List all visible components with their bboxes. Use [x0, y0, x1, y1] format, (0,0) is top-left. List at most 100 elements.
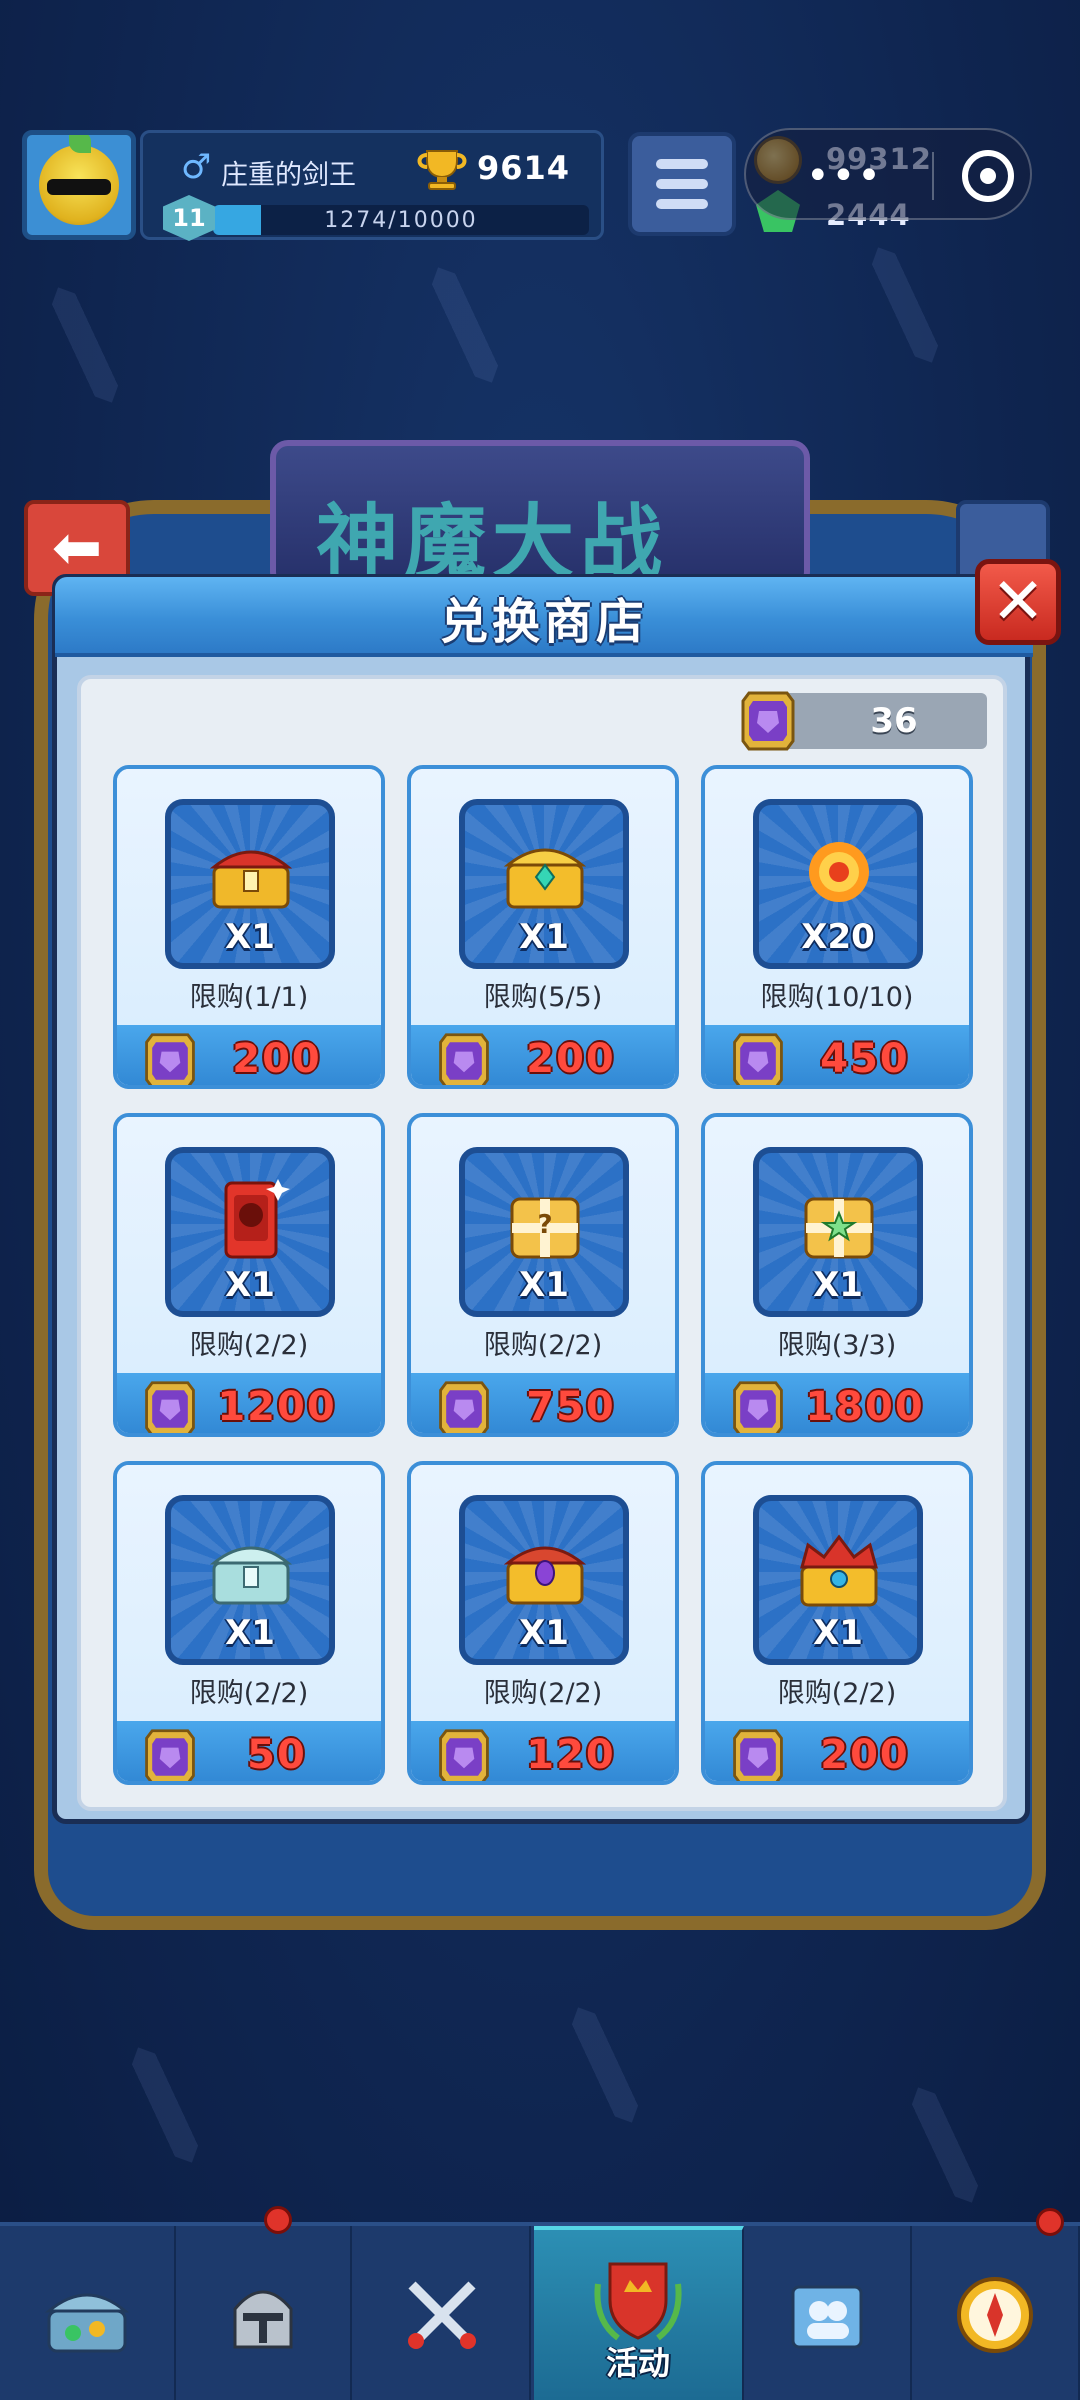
price-row[interactable]: 200 — [117, 1025, 381, 1085]
xp-text: 1274/10000 — [324, 207, 478, 233]
ticket-balance: 36 — [741, 691, 987, 751]
nav-tab[interactable] — [0, 2226, 176, 2400]
price-row[interactable]: 1200 — [117, 1373, 381, 1433]
ticket-icon — [729, 1031, 787, 1085]
trophy-count: 9614 — [477, 149, 571, 187]
bottom-navigation: 活动 — [0, 2222, 1080, 2400]
item-quantity: X1 — [225, 1265, 275, 1305]
item-quantity: X1 — [519, 1265, 569, 1305]
shop-item-grid: X1 限购(1/1) 200 X1 限购(5/5) 200 X20 限购(10/10) 450 X… — [113, 765, 983, 1795]
shop-item-card[interactable]: X1 限购(2/2) 50 — [113, 1461, 385, 1785]
price-row[interactable]: 750 — [411, 1373, 675, 1433]
price-row[interactable]: 200 — [411, 1025, 675, 1085]
close-button[interactable]: ✕ — [975, 559, 1061, 645]
player-avatar[interactable] — [22, 130, 136, 240]
royal-crown-chest-icon — [794, 1523, 884, 1613]
purchase-limit: 限购(5/5) — [483, 982, 603, 1013]
item-price: 750 — [526, 1384, 616, 1430]
item-price: 50 — [247, 1732, 307, 1778]
item-frame: X1 — [753, 1495, 923, 1665]
shop-content: 36 X1 限购(1/1) 200 X1 限购(5/5) 200 X20 限购(10/10) 4… — [77, 675, 1007, 1811]
item-price: 120 — [526, 1732, 616, 1778]
item-quantity: X1 — [813, 1265, 863, 1305]
male-gender-icon: ♂ — [181, 147, 212, 187]
item-price: 450 — [820, 1036, 910, 1082]
knight-helmet-icon — [215, 2267, 311, 2363]
fire-orb-icon — [794, 827, 884, 917]
purchase-limit: 限购(3/3) — [777, 1330, 897, 1361]
dialog-title: 兑换商店 — [439, 594, 648, 650]
purchase-limit: 限购(2/2) — [189, 1330, 309, 1361]
shop-item-card[interactable]: X20 限购(10/10) 450 — [701, 765, 973, 1089]
item-frame: X1 — [165, 799, 335, 969]
compass-icon — [947, 2267, 1043, 2363]
item-quantity: X1 — [519, 1613, 569, 1653]
purchase-limit: 限购(2/2) — [189, 1678, 309, 1709]
shop-item-card[interactable]: X1 限购(3/3) 1800 — [701, 1113, 973, 1437]
purchase-limit: 限购(10/10) — [760, 982, 914, 1013]
ticket-icon — [141, 1031, 199, 1085]
item-quantity: X1 — [519, 917, 569, 957]
level-badge: 11 — [163, 195, 215, 241]
ticket-icon — [141, 1727, 199, 1781]
team-banner-icon — [779, 2267, 875, 2363]
event-shield-icon — [590, 2250, 686, 2346]
purchase-limit: 限购(2/2) — [483, 1330, 603, 1361]
more-options-icon[interactable]: ••• — [806, 156, 883, 196]
exchange-shop-dialog: 兑换商店 ✕ 36 X1 限购(1/1) 200 X1 限购(5/5) 200 X20 限购(… — [52, 559, 1061, 1824]
shop-item-card[interactable]: X1 限购(5/5) 200 — [407, 765, 679, 1089]
purchase-limit: 限购(1/1) — [189, 982, 309, 1013]
shop-item-card[interactable]: X1 限购(2/2) 1200 — [113, 1113, 385, 1437]
player-name: 庄重的剑王 — [221, 160, 356, 191]
red-gold-chest-icon — [206, 827, 296, 917]
top-bar: ♂ 庄重的剑王 9614 1274/10000 11 99312 2444 ••… — [0, 120, 1080, 250]
ticket-icon — [435, 1031, 493, 1085]
item-quantity: X1 — [813, 1613, 863, 1653]
player-info-panel: ♂ 庄重的剑王 9614 1274/10000 11 — [140, 130, 604, 241]
ticket-icon — [435, 1379, 493, 1433]
price-row[interactable]: 1800 — [705, 1373, 969, 1433]
price-row[interactable]: 50 — [117, 1721, 381, 1781]
nav-tab[interactable] — [912, 2226, 1080, 2400]
close-miniprogram-icon[interactable] — [962, 150, 1014, 202]
item-frame: ? X1 — [459, 1147, 629, 1317]
item-quantity: X1 — [225, 1613, 275, 1653]
red-card-icon — [206, 1175, 296, 1265]
ticket-icon — [729, 1379, 787, 1433]
price-row[interactable]: 450 — [705, 1025, 969, 1085]
nav-tab[interactable] — [176, 2226, 352, 2400]
silver-chest-icon — [206, 1523, 296, 1613]
crossed-swords-icon — [394, 2267, 490, 2363]
nav-tab[interactable]: 活动 — [534, 2226, 744, 2400]
item-price: 200 — [526, 1036, 616, 1082]
nav-tab[interactable] — [744, 2226, 912, 2400]
price-row[interactable]: 200 — [705, 1721, 969, 1781]
shop-item-card[interactable]: ? X1 限购(2/2) 750 — [407, 1113, 679, 1437]
purchase-limit: 限购(2/2) — [777, 1678, 897, 1709]
notification-dot — [1036, 2208, 1064, 2236]
golden-purple-chest-icon — [500, 1523, 590, 1613]
item-frame: X1 — [459, 1495, 629, 1665]
item-frame: X1 — [165, 1147, 335, 1317]
mini-program-capsule: ••• — [744, 128, 1032, 220]
shop-item-card[interactable]: X1 限购(2/2) 120 — [407, 1461, 679, 1785]
event-title-banner: 神魔大战 — [270, 440, 810, 591]
close-icon: ✕ — [991, 565, 1045, 639]
shop-item-card[interactable]: X1 限购(2/2) 200 — [701, 1461, 973, 1785]
menu-button[interactable] — [628, 132, 736, 236]
item-quantity: X20 — [801, 917, 875, 957]
item-frame: X1 — [753, 1147, 923, 1317]
item-quantity: X1 — [225, 917, 275, 957]
trophy-icon — [417, 150, 467, 190]
gold-star-box-icon — [794, 1175, 884, 1265]
dialog-header: 兑换商店 — [55, 577, 1033, 657]
item-price: 1800 — [805, 1384, 925, 1430]
svg-text:?: ? — [537, 1210, 552, 1240]
notification-dot — [264, 2206, 292, 2234]
item-frame: X20 — [753, 799, 923, 969]
golden-gem-chest-icon — [500, 827, 590, 917]
shop-item-card[interactable]: X1 限购(1/1) 200 — [113, 765, 385, 1089]
price-row[interactable]: 120 — [411, 1721, 675, 1781]
nav-tab[interactable] — [355, 2226, 531, 2400]
ticket-icon — [141, 1379, 199, 1433]
